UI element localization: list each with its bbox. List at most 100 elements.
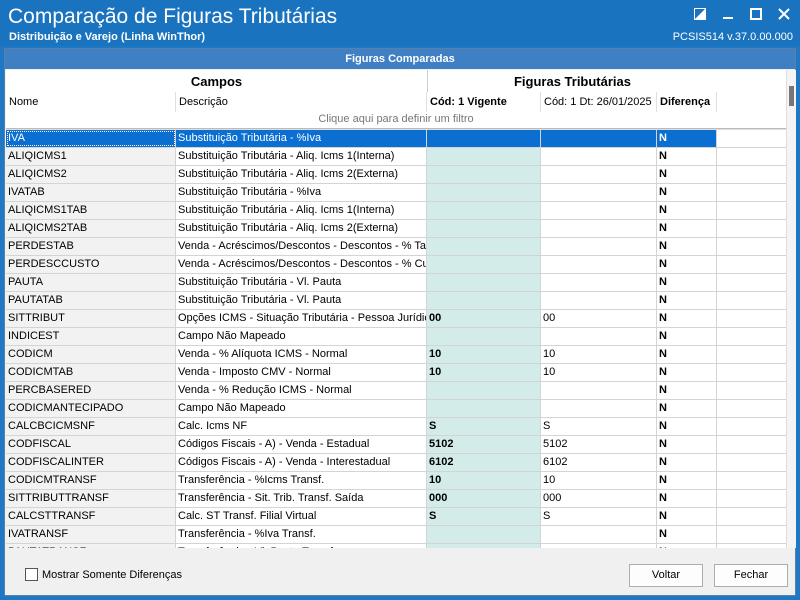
cell-data[interactable]: S [541,418,657,435]
cell-nome[interactable]: CODICM [6,346,176,363]
show-differences-checkbox[interactable]: Mostrar Somente Diferenças [25,568,182,581]
column-header-data[interactable]: Cód: 1 Dt: 26/01/2025 [541,92,657,112]
cell-data[interactable] [541,292,657,309]
cell-nome[interactable]: ALIQICMS1 [6,148,176,165]
cell-descricao[interactable]: Venda - % Redução ICMS - Normal [176,382,427,399]
column-header-diferenca[interactable]: Diferença [657,92,717,112]
cell-diferenca[interactable]: N [657,400,717,417]
cell-diferenca[interactable]: N [657,346,717,363]
cell-vigente[interactable]: 10 [427,346,541,363]
cell-diferenca[interactable]: N [657,472,717,489]
table-row[interactable]: PAUTATAB Substituição Tributária - Vl. Pa… [6,292,786,310]
cell-descricao[interactable]: Substituição Tributária - Vl. Pauta [176,274,427,291]
table-row[interactable]: CODICM Venda - % Alíquota ICMS - Normal 10… [6,346,786,364]
cell-vigente[interactable] [427,382,541,399]
cell-data[interactable] [541,202,657,219]
table-row[interactable]: IVA Substituição Tributária - %Iva N [6,130,786,148]
cell-nome[interactable]: IVATAB [6,184,176,201]
cell-vigente[interactable] [427,166,541,183]
cell-diferenca[interactable]: N [657,220,717,237]
cell-diferenca[interactable]: N [657,454,717,471]
cell-vigente[interactable] [427,238,541,255]
column-header-vigente[interactable]: Cód: 1 Vigente [427,92,541,112]
cell-descricao[interactable]: Venda - % Alíquota ICMS - Normal [176,346,427,363]
cell-nome[interactable]: PAUTATAB [6,292,176,309]
cell-vigente[interactable] [427,544,541,548]
cell-vigente[interactable]: 000 [427,490,541,507]
scrollbar-thumb[interactable] [789,86,794,106]
cell-descricao[interactable]: Venda - Imposto CMV - Normal [176,364,427,381]
cell-diferenca[interactable]: N [657,130,717,147]
cell-diferenca[interactable]: N [657,256,717,273]
cell-nome[interactable]: IVATRANSF [6,526,176,543]
table-row[interactable]: CODFISCALINTER Códigos Fiscais - A) - Ven… [6,454,786,472]
cell-descricao[interactable]: Campo Não Mapeado [176,328,427,345]
table-row[interactable]: IVATRANSF Transferência - %Iva Transf. N [6,526,786,544]
cell-vigente[interactable]: 6102 [427,454,541,471]
cell-nome[interactable]: CODICMTRANSF [6,472,176,489]
close-icon[interactable] [776,6,792,22]
minimize-icon[interactable] [720,6,736,22]
table-row[interactable]: IVATAB Substituição Tributária - %Iva N [6,184,786,202]
cell-vigente[interactable]: S [427,508,541,525]
table-row[interactable]: INDICEST Campo Não Mapeado N [6,328,786,346]
cell-diferenca[interactable]: N [657,310,717,327]
cell-data[interactable]: 00 [541,310,657,327]
cell-diferenca[interactable]: N [657,544,717,548]
table-row[interactable]: SITTRIBUTTRANSF Transferência - Sit. Trib… [6,490,786,508]
cell-diferenca[interactable]: N [657,148,717,165]
table-row[interactable]: PERDESTAB Venda - Acréscimos/Descontos - … [6,238,786,256]
table-row[interactable]: PAUTA Substituição Tributária - Vl. Pauta… [6,274,786,292]
cell-diferenca[interactable]: N [657,238,717,255]
table-row[interactable]: CODICMANTECIPADO Campo Não Mapeado N [6,400,786,418]
cell-nome[interactable]: CODFISCAL [6,436,176,453]
table-row[interactable]: CALCSTTRANSF Calc. ST Transf. Filial Virt… [6,508,786,526]
cell-data[interactable] [541,130,657,147]
cell-vigente[interactable]: 5102 [427,436,541,453]
cell-nome[interactable]: ALIQICMS1TAB [6,202,176,219]
table-row[interactable]: SITTRIBUT Opções ICMS - Situação Tributár… [6,310,786,328]
maximize-icon[interactable] [748,6,764,22]
cell-vigente[interactable] [427,274,541,291]
cell-data[interactable] [541,382,657,399]
cell-data[interactable]: 10 [541,472,657,489]
cell-vigente[interactable] [427,400,541,417]
cell-vigente[interactable]: 00 [427,310,541,327]
cell-data[interactable] [541,544,657,548]
cell-vigente[interactable] [427,328,541,345]
cell-nome[interactable]: CODICMTAB [6,364,176,381]
cell-data[interactable] [541,328,657,345]
cell-vigente[interactable] [427,256,541,273]
cell-diferenca[interactable]: N [657,508,717,525]
cell-data[interactable]: 6102 [541,454,657,471]
cell-data[interactable] [541,400,657,417]
cell-diferenca[interactable]: N [657,202,717,219]
table-row[interactable]: CODFISCAL Códigos Fiscais - A) - Venda - … [6,436,786,454]
table-row[interactable]: ALIQICMS2TAB Substituição Tributária - Al… [6,220,786,238]
cell-descricao[interactable]: Substituição Tributária - Aliq. Icms 2(E… [176,166,427,183]
cell-diferenca[interactable]: N [657,274,717,291]
cell-diferenca[interactable]: N [657,184,717,201]
cell-diferenca[interactable]: N [657,526,717,543]
cell-vigente[interactable] [427,292,541,309]
cell-descricao[interactable]: Calc. Icms NF [176,418,427,435]
cell-data[interactable] [541,238,657,255]
cell-nome[interactable]: CODFISCALINTER [6,454,176,471]
cell-diferenca[interactable]: N [657,382,717,399]
cell-diferenca[interactable]: N [657,364,717,381]
cell-vigente[interactable] [427,202,541,219]
column-header-descricao[interactable]: Descrição [176,92,427,112]
cell-descricao[interactable]: Transferência - %Iva Transf. [176,526,427,543]
cell-diferenca[interactable]: N [657,166,717,183]
cell-descricao[interactable]: Substituição Tributária - Aliq. Icms 2(E… [176,220,427,237]
cell-diferenca[interactable]: N [657,418,717,435]
cell-descricao[interactable]: Códigos Fiscais - A) - Venda - Estadual [176,436,427,453]
cell-descricao[interactable]: Substituição Tributária - Aliq. Icms 1(I… [176,148,427,165]
cell-data[interactable] [541,220,657,237]
cell-vigente[interactable] [427,184,541,201]
cell-data[interactable] [541,274,657,291]
table-row[interactable]: PAUTATRANSFTransferência - Vl. Pauta Tra… [6,544,786,548]
cell-vigente[interactable] [427,220,541,237]
cell-descricao[interactable]: Venda - Acréscimos/Descontos - Descontos… [176,238,427,255]
cell-vigente[interactable] [427,130,541,147]
